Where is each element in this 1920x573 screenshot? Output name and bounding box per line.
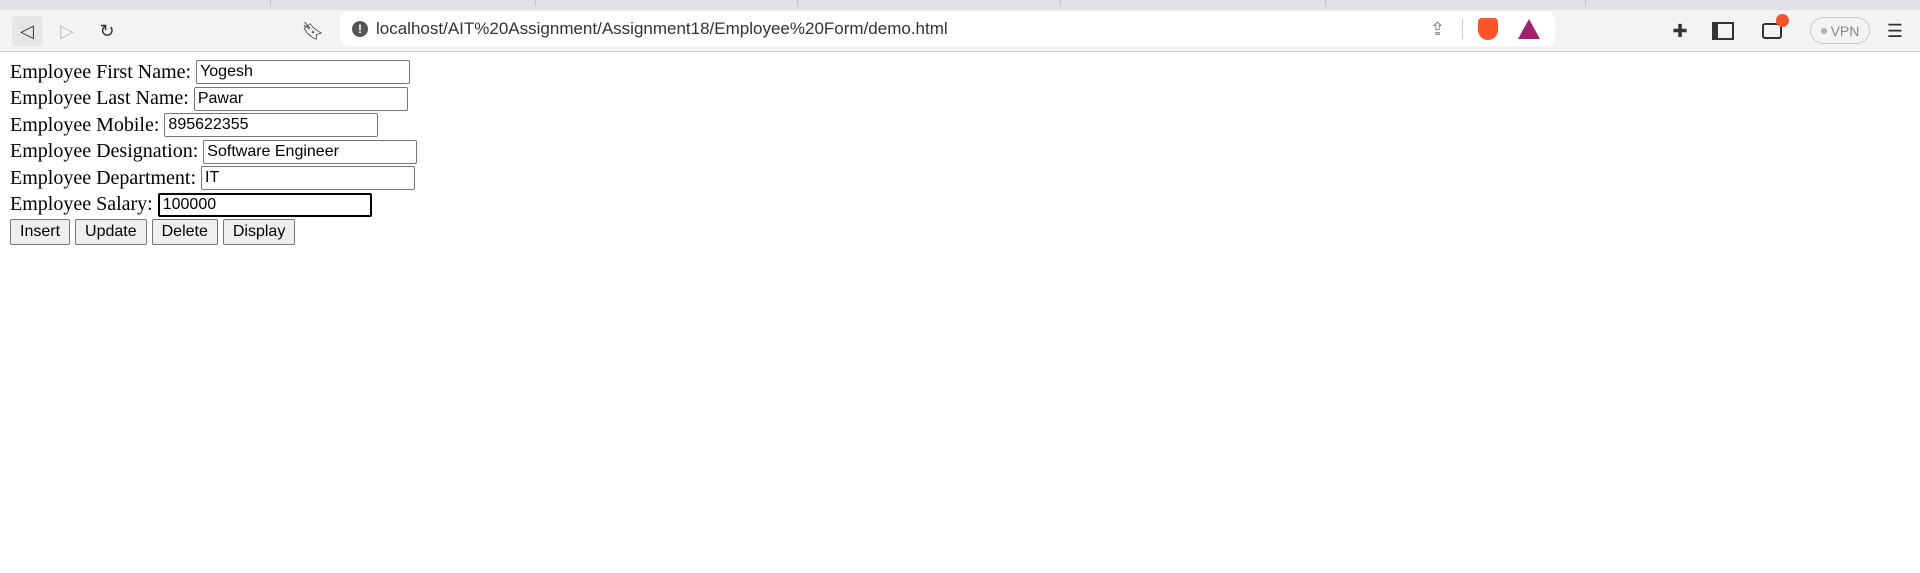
tab-divider <box>270 0 271 6</box>
tab-strip <box>0 0 1920 10</box>
tab-divider <box>797 0 798 6</box>
brave-rewards-icon[interactable] <box>1518 19 1540 39</box>
department-input[interactable] <box>201 166 416 191</box>
reload-button[interactable]: ↻ <box>92 16 122 46</box>
vpn-status-dot <box>1820 27 1827 34</box>
first-name-input[interactable] <box>196 60 411 85</box>
back-icon: ◁ <box>20 20 34 41</box>
forward-icon: ▷ <box>60 20 74 41</box>
display-button[interactable]: Display <box>222 219 296 245</box>
hamburger-icon: ☰ <box>1886 20 1904 41</box>
vpn-label: VPN <box>1830 22 1860 39</box>
delete-button[interactable]: Delete <box>151 219 218 245</box>
designation-input[interactable] <box>203 139 418 164</box>
first-name-row: Employee First Name: <box>10 59 1910 86</box>
sidebar-button[interactable] <box>1708 16 1738 46</box>
divider <box>1462 19 1463 39</box>
sidebar-icon <box>1712 22 1734 40</box>
browser-toolbar: ◁ ▷ ↻ 🔖︎ ! localhost/AIT%20Assignment/As… <box>0 10 1920 52</box>
back-button[interactable]: ◁ <box>12 16 42 46</box>
mobile-label: Employee Mobile: <box>10 113 160 136</box>
salary-label: Employee Salary: <box>10 193 153 216</box>
mobile-row: Employee Mobile: <box>10 112 1910 139</box>
mobile-input[interactable] <box>164 113 379 138</box>
salary-input[interactable] <box>157 192 372 217</box>
last-name-input[interactable] <box>193 86 408 111</box>
address-bar[interactable]: ! localhost/AIT%20Assignment/Assignment1… <box>340 12 1555 46</box>
bookmark-button[interactable]: 🔖︎ <box>298 16 328 46</box>
vpn-button[interactable]: VPN <box>1810 17 1870 44</box>
department-row: Employee Department: <box>10 165 1910 192</box>
tab-divider <box>1325 0 1326 6</box>
tab-divider <box>535 0 536 6</box>
tab-divider <box>1060 0 1061 6</box>
extensions-button[interactable]: ✚ <box>1665 16 1695 46</box>
notification-badge <box>1776 14 1789 27</box>
last-name-row: Employee Last Name: <box>10 86 1910 113</box>
insert-button[interactable]: Insert <box>10 219 71 245</box>
update-button[interactable]: Update <box>75 219 147 245</box>
share-icon[interactable]: ⇪ <box>1430 19 1445 40</box>
url-text[interactable]: localhost/AIT%20Assignment/Assignment18/… <box>376 19 948 39</box>
tab-divider <box>1585 0 1586 6</box>
designation-label: Employee Designation: <box>10 140 199 163</box>
forward-button[interactable]: ▷ <box>52 16 82 46</box>
site-info-icon[interactable]: ! <box>352 21 368 37</box>
employee-form: Employee First Name: Employee Last Name:… <box>0 52 1920 252</box>
wallet-button[interactable] <box>1757 14 1789 46</box>
action-buttons: Insert Update Delete Display <box>10 219 1910 245</box>
department-label: Employee Department: <box>10 166 197 189</box>
menu-button[interactable]: ☰ <box>1880 16 1910 46</box>
first-name-label: Employee First Name: <box>10 60 192 83</box>
reload-icon: ↻ <box>99 20 115 41</box>
bookmark-icon: 🔖︎ <box>301 20 325 41</box>
puzzle-icon: ✚ <box>1672 20 1688 41</box>
salary-row: Employee Salary: <box>10 192 1910 219</box>
designation-row: Employee Designation: <box>10 139 1910 166</box>
last-name-label: Employee Last Name: <box>10 87 189 110</box>
brave-shields-icon[interactable] <box>1478 18 1498 40</box>
